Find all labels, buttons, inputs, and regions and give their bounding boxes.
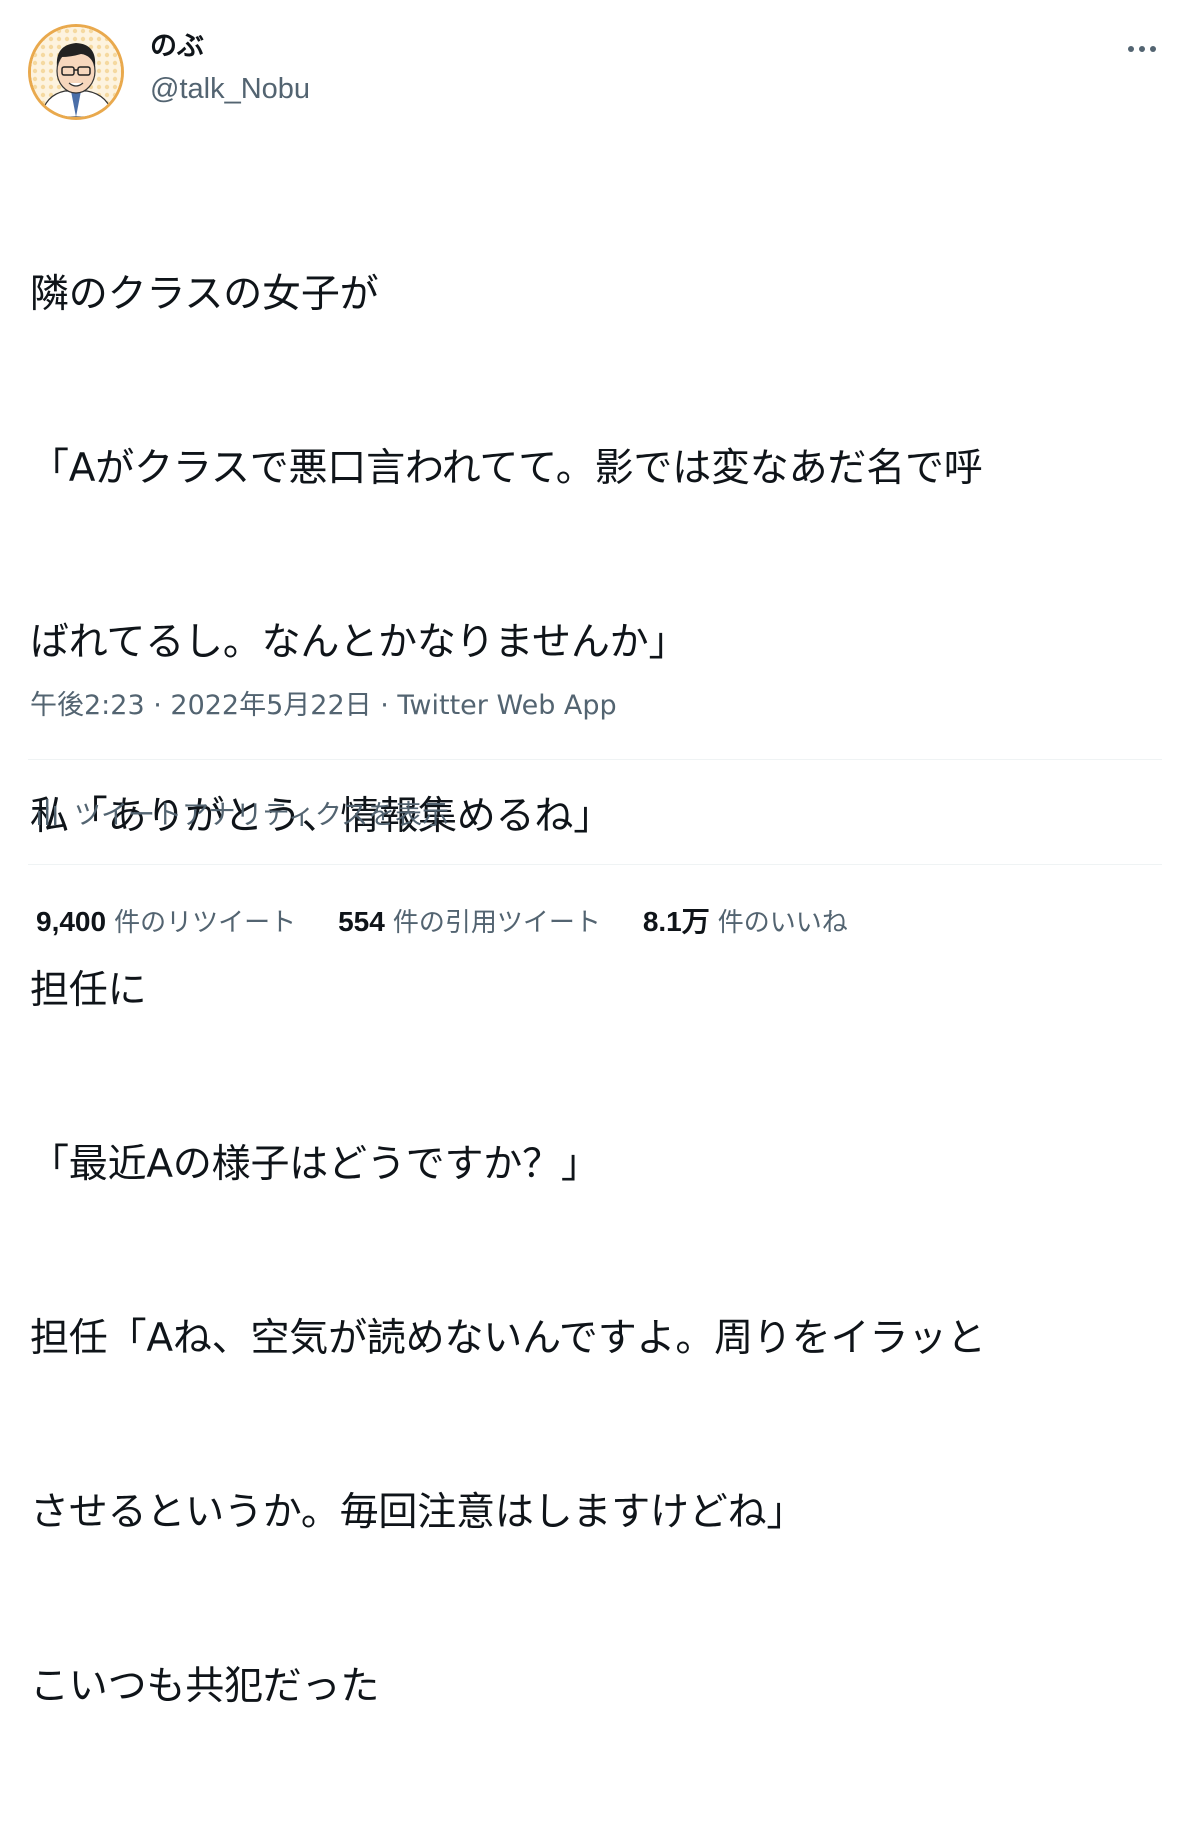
avatar[interactable] bbox=[28, 24, 124, 120]
meta-separator: · bbox=[144, 690, 171, 721]
tweet-text-line: こいつも共犯だった bbox=[30, 1664, 380, 1709]
quote-tweet-count[interactable]: 554 件の引用ツイート bbox=[338, 902, 601, 939]
meta-separator: · bbox=[371, 690, 398, 721]
tweet-text-line: 「最近Aの様子はどうですか？」 bbox=[30, 1142, 600, 1187]
tweet-header: のぶ @talk_Nobu bbox=[28, 24, 1162, 124]
stat-label: 件のいいね bbox=[717, 908, 848, 938]
divider bbox=[28, 864, 1162, 865]
tweet-time[interactable]: 午後2:23 bbox=[30, 690, 145, 721]
analytics-bar-icon bbox=[38, 799, 57, 825]
stat-value: 8.1万 bbox=[642, 906, 710, 937]
user-names: のぶ @talk_Nobu bbox=[150, 30, 310, 108]
tweet-source-app[interactable]: Twitter Web App bbox=[397, 690, 616, 721]
tweet-date[interactable]: 2022年5月22日 bbox=[170, 690, 371, 721]
user-handle[interactable]: @talk_Nobu bbox=[150, 70, 310, 108]
tweet-text: 隣のクラスの女子が 「Aがクラスで悪口言われてて。影では変なあだ名で呼 ばれてる… bbox=[30, 150, 1160, 1832]
tweet-text-line: 担任に bbox=[30, 968, 147, 1013]
analytics-label: ツイートアナリティクスを表示 bbox=[74, 799, 450, 831]
like-count[interactable]: 8.1万 件のいいね bbox=[643, 900, 848, 940]
analytics-link[interactable]: ツイートアナリティクスを表示 bbox=[36, 790, 449, 834]
more-horizontal-icon[interactable] bbox=[1122, 34, 1162, 64]
tweet-container: のぶ @talk_Nobu 隣のクラスの女子が 「Aがクラスで悪口言われてて。影… bbox=[0, 0, 1184, 1709]
tweet-text-line: 担任「Aね、空気が読めないんですよ。周りをイラッと bbox=[30, 1316, 986, 1361]
stat-label: 件のリツイート bbox=[114, 907, 297, 938]
stat-value: 554 bbox=[338, 905, 385, 937]
tweet-text-line: 「Aがクラスで悪口言われてて。影では変なあだ名で呼 bbox=[30, 446, 983, 491]
tweet-meta: 午後2:23 · 2022年5月22日 · Twitter Web App bbox=[30, 688, 617, 724]
profile-avatar-icon bbox=[31, 27, 121, 117]
tweet-text-line: ばれてるし。なんとかなりませんか」 bbox=[30, 620, 688, 665]
stat-value: 9,400 bbox=[36, 905, 107, 937]
stat-label: 件の引用ツイート bbox=[392, 907, 601, 938]
tweet-stats: 9,400 件のリツイート 554 件の引用ツイート 8.1万 件のいいね bbox=[36, 898, 890, 942]
display-name[interactable]: のぶ bbox=[150, 30, 310, 64]
tweet-text-line: 隣のクラスの女子が bbox=[30, 272, 379, 317]
tweet-text-line: させるというか。毎回注意はしますけどね」 bbox=[30, 1490, 806, 1535]
divider bbox=[28, 759, 1162, 760]
retweet-count[interactable]: 9,400 件のリツイート bbox=[36, 902, 296, 939]
